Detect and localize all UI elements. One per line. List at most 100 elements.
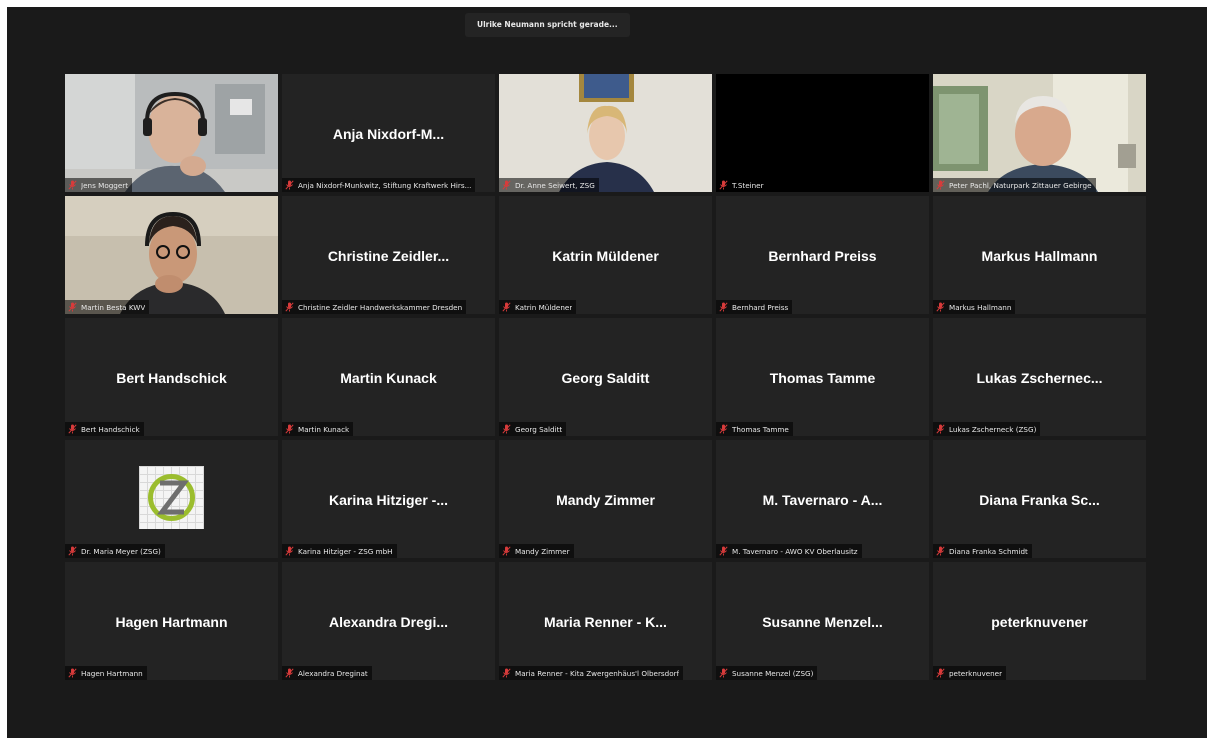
participant-video <box>65 74 278 192</box>
participant-video <box>933 74 1146 192</box>
participant-tile-peterknuvener[interactable]: peterknuvener peterknuvener <box>933 562 1146 680</box>
participant-label: Alexandra Dreginat <box>282 666 372 680</box>
participant-label: Hagen Hartmann <box>65 666 147 680</box>
muted-mic-icon <box>502 546 511 556</box>
participant-display-name: Lukas Zschernec... <box>976 370 1103 386</box>
participant-tile-christine-zeidler[interactable]: Christine Zeidler... Christine Zeidler H… <box>282 196 495 314</box>
muted-mic-icon <box>936 668 945 678</box>
muted-mic-icon <box>68 546 77 556</box>
participant-tile-lukas-zscherneck[interactable]: Lukas Zschernec... Lukas Zscherneck (ZSG… <box>933 318 1146 436</box>
participant-display-name: Christine Zeidler... <box>327 248 450 264</box>
muted-mic-icon <box>936 546 945 556</box>
participant-display-name: Bernhard Preiss <box>768 248 877 264</box>
participant-label: Katrin Müldener <box>499 300 577 314</box>
muted-mic-icon <box>68 424 77 434</box>
participant-gallery: Jens Moggert Anja Nixdorf-M... Anja Nixd… <box>65 74 1146 680</box>
participant-display-name: Susanne Menzel... <box>762 614 883 630</box>
participant-label: Bert Handschick <box>65 422 144 436</box>
participant-tile-maria-meyer[interactable]: Dr. Maria Meyer (ZSG) <box>65 440 278 558</box>
participant-label: Peter Pachl, Naturpark Zittauer Gebirge <box>933 178 1096 192</box>
participant-tile-martin-kunack[interactable]: Martin Kunack Martin Kunack <box>282 318 495 436</box>
participant-label: Thomas Tamme <box>716 422 793 436</box>
muted-mic-icon <box>719 546 728 556</box>
participant-label: Christine Zeidler Handwerkskammer Dresde… <box>282 300 467 314</box>
muted-mic-icon <box>285 180 294 190</box>
muted-mic-icon <box>502 302 511 312</box>
muted-mic-icon <box>719 424 728 434</box>
participant-label: Lukas Zscherneck (ZSG) <box>933 422 1041 436</box>
participant-label: Dr. Maria Meyer (ZSG) <box>65 544 165 558</box>
participant-tile-mandy-zimmer[interactable]: Mandy Zimmer Mandy Zimmer <box>499 440 712 558</box>
participant-display-name: peterknuvener <box>991 614 1088 630</box>
muted-mic-icon <box>502 180 511 190</box>
participant-display-name: Karina Hitziger -... <box>328 492 449 508</box>
participant-tile-susanne-menzel[interactable]: Susanne Menzel... Susanne Menzel (ZSG) <box>716 562 929 680</box>
participant-display-name: Maria Renner - K... <box>544 614 667 630</box>
participant-tile-karina-hitziger[interactable]: Karina Hitziger -... Karina Hitziger - Z… <box>282 440 495 558</box>
meeting-window: Ulrike Neumann spricht gerade... Jens Mo… <box>7 7 1207 738</box>
participant-display-name: Katrin Müldener <box>552 248 659 264</box>
participant-label: Maria Renner - Kita Zwergenhäus'l Olbers… <box>499 666 684 680</box>
muted-mic-icon <box>285 668 294 678</box>
participant-label: Georg Salditt <box>499 422 567 436</box>
participant-tile-anne-seiwert[interactable]: Dr. Anne Seiwert, ZSG <box>499 74 712 192</box>
z-logo-icon <box>148 474 195 521</box>
zsg-logo <box>139 466 204 529</box>
participant-tile-jens-moggert[interactable]: Jens Moggert <box>65 74 278 192</box>
participant-label: Jens Moggert <box>65 178 133 192</box>
participant-display-name: Martin Kunack <box>340 370 437 386</box>
participant-label: Diana Franka Schmidt <box>933 544 1032 558</box>
participant-display-name: Thomas Tamme <box>769 370 876 386</box>
muted-mic-icon <box>285 546 294 556</box>
participant-label: M. Tavernaro - AWO KV Oberlausitz <box>716 544 862 558</box>
participant-tile-katrin-muldener[interactable]: Katrin Müldener Katrin Müldener <box>499 196 712 314</box>
participant-label: Martin Besta KWV <box>65 300 150 314</box>
muted-mic-icon <box>719 180 728 190</box>
participant-display-name: M. Tavernaro - A... <box>762 492 883 508</box>
participant-tile-martin-besta[interactable]: Martin Besta KWV <box>65 196 278 314</box>
muted-mic-icon <box>936 302 945 312</box>
participant-tile-t-steiner[interactable]: T.Steiner <box>716 74 929 192</box>
participant-tile-alexandra-dreginat[interactable]: Alexandra Dregi... Alexandra Dreginat <box>282 562 495 680</box>
muted-mic-icon <box>719 302 728 312</box>
participant-tile-bert-handschick[interactable]: Bert Handschick Bert Handschick <box>65 318 278 436</box>
participant-display-name: Alexandra Dregi... <box>328 614 449 630</box>
participant-tile-anja-nixdorf[interactable]: Anja Nixdorf-M... Anja Nixdorf-Munkwitz,… <box>282 74 495 192</box>
participant-label: T.Steiner <box>716 178 768 192</box>
muted-mic-icon <box>68 668 77 678</box>
participant-display-name: Diana Franka Sc... <box>979 492 1100 508</box>
participant-display-name: Georg Salditt <box>561 370 650 386</box>
participant-label: Dr. Anne Seiwert, ZSG <box>499 178 599 192</box>
active-speaker-banner: Ulrike Neumann spricht gerade... <box>465 13 630 37</box>
participant-tile-hagen-hartmann[interactable]: Hagen Hartmann Hagen Hartmann <box>65 562 278 680</box>
participant-tile-markus-hallmann[interactable]: Markus Hallmann Markus Hallmann <box>933 196 1146 314</box>
participant-label: Markus Hallmann <box>933 300 1016 314</box>
participant-tile-bernhard-preiss[interactable]: Bernhard Preiss Bernhard Preiss <box>716 196 929 314</box>
participant-label: Bernhard Preiss <box>716 300 793 314</box>
participant-tile-maria-renner[interactable]: Maria Renner - K... Maria Renner - Kita … <box>499 562 712 680</box>
participant-display-name: Anja Nixdorf-M... <box>332 126 445 142</box>
participant-label: Anja Nixdorf-Munkwitz, Stiftung Kraftwer… <box>282 178 476 192</box>
muted-mic-icon <box>68 180 77 190</box>
muted-mic-icon <box>285 424 294 434</box>
participant-display-name: Mandy Zimmer <box>556 492 655 508</box>
muted-mic-icon <box>285 302 294 312</box>
participant-tile-peter-pachl[interactable]: Peter Pachl, Naturpark Zittauer Gebirge <box>933 74 1146 192</box>
participant-display-name: Hagen Hartmann <box>115 614 228 630</box>
participant-tile-georg-salditt[interactable]: Georg Salditt Georg Salditt <box>499 318 712 436</box>
muted-mic-icon <box>719 668 728 678</box>
participant-label: Susanne Menzel (ZSG) <box>716 666 818 680</box>
muted-mic-icon <box>936 180 945 190</box>
participant-video <box>65 196 278 314</box>
participant-tile-diana-franka-schmidt[interactable]: Diana Franka Sc... Diana Franka Schmidt <box>933 440 1146 558</box>
participant-label: Karina Hitziger - ZSG mbH <box>282 544 397 558</box>
participant-label: Martin Kunack <box>282 422 354 436</box>
muted-mic-icon <box>68 302 77 312</box>
muted-mic-icon <box>936 424 945 434</box>
participant-tile-m-tavernaro[interactable]: M. Tavernaro - A... M. Tavernaro - AWO K… <box>716 440 929 558</box>
participant-display-name: Markus Hallmann <box>981 248 1098 264</box>
participant-tile-thomas-tamme[interactable]: Thomas Tamme Thomas Tamme <box>716 318 929 436</box>
participant-label: peterknuvener <box>933 666 1007 680</box>
participant-video <box>499 74 712 192</box>
muted-mic-icon <box>502 668 511 678</box>
